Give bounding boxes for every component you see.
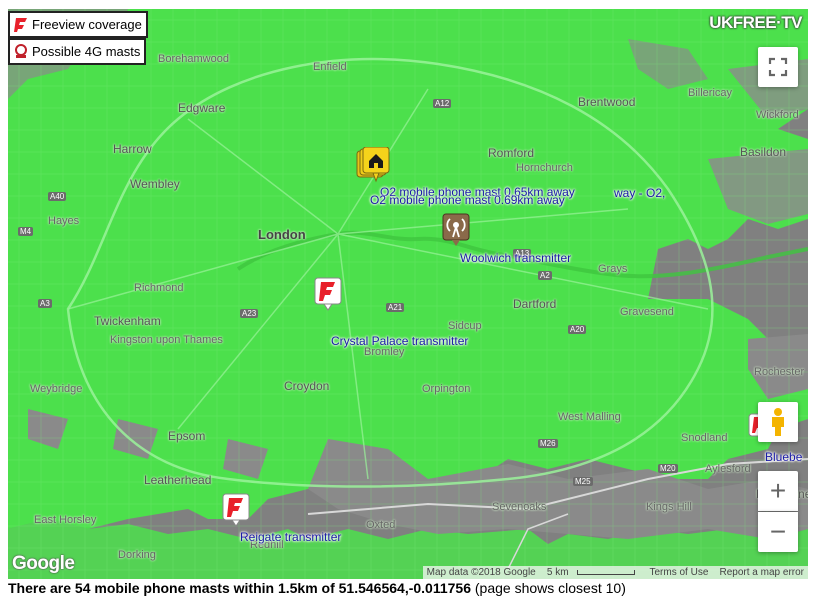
road-shield: M25 — [573, 477, 593, 486]
bluebell-label[interactable]: Bluebe — [765, 450, 802, 464]
zoom-out-button[interactable]: − — [758, 512, 798, 552]
woolwich-transmitter-marker[interactable] — [442, 213, 470, 252]
road-shield: A2 — [538, 271, 552, 280]
street-view-pegman[interactable] — [758, 402, 798, 442]
legend-freeview-label: Freeview coverage — [32, 17, 142, 32]
report-link[interactable]: Report a map error — [720, 567, 804, 578]
terms-link[interactable]: Terms of Use — [649, 567, 708, 578]
road-shield: A21 — [386, 303, 405, 312]
pegman-icon — [772, 408, 784, 436]
scale-bar — [577, 569, 636, 575]
mast-count-summary: There are 54 mobile phone masts within 1… — [8, 580, 626, 596]
attribution-bar: Map data ©2018 Google 5 km Terms of Use … — [422, 566, 808, 579]
road-shield: M26 — [538, 439, 558, 448]
woolwich-transmitter-label[interactable]: Woolwich transmitter — [460, 251, 571, 265]
map-data-text[interactable]: Map data ©2018 Google — [427, 567, 536, 578]
freeview-icon — [222, 493, 250, 527]
road-shield: A12 — [433, 99, 452, 108]
o2-mast-label-overlap[interactable]: way - O2, — [614, 186, 665, 200]
legend-freeview[interactable]: Freeview coverage — [8, 11, 148, 38]
road-shield: M4 — [18, 227, 34, 236]
road-shield: A23 — [240, 309, 259, 318]
fullscreen-icon — [768, 57, 788, 77]
reigate-label[interactable]: Reigate transmitter — [240, 530, 341, 544]
mast-count-bold: There are 54 mobile phone masts within 1… — [8, 580, 471, 596]
zoom-out-icon: − — [769, 516, 787, 547]
mast-icon — [15, 43, 27, 58]
transmitter-icon — [442, 213, 470, 246]
o2-mast-label-2[interactable]: O2 mobile phone mast 0.69km away — [370, 193, 565, 207]
legend-masts-label: Possible 4G masts — [32, 44, 141, 59]
crystal-palace-marker[interactable] — [314, 277, 342, 316]
crystal-palace-label[interactable]: Crystal Palace transmitter — [331, 334, 468, 348]
mast-count-note: (page shows closest 10) — [471, 580, 626, 596]
zoom-in-icon: + — [769, 475, 787, 506]
google-logo: Google — [12, 553, 75, 574]
road-shield: M20 — [658, 464, 678, 473]
legend-masts[interactable]: Possible 4G masts — [8, 38, 147, 65]
home-mast-icon — [356, 146, 390, 183]
fullscreen-button[interactable] — [758, 47, 798, 87]
freeview-icon — [314, 277, 342, 311]
zoom-in-button[interactable]: + — [758, 471, 798, 511]
coverage-map[interactable]: Enfield Edgware Brentwood Harrow Romford Basi… — [8, 9, 808, 579]
reigate-marker[interactable] — [222, 493, 250, 532]
ukfreetv-logo: UKFREE·TV — [709, 13, 802, 32]
scale-text[interactable]: 5 km — [547, 567, 569, 578]
freeview-icon — [14, 17, 27, 32]
road-shield: A40 — [48, 192, 67, 201]
road-shield: A3 — [38, 299, 52, 308]
road-shield: A20 — [568, 325, 587, 334]
map-base — [8, 9, 808, 579]
